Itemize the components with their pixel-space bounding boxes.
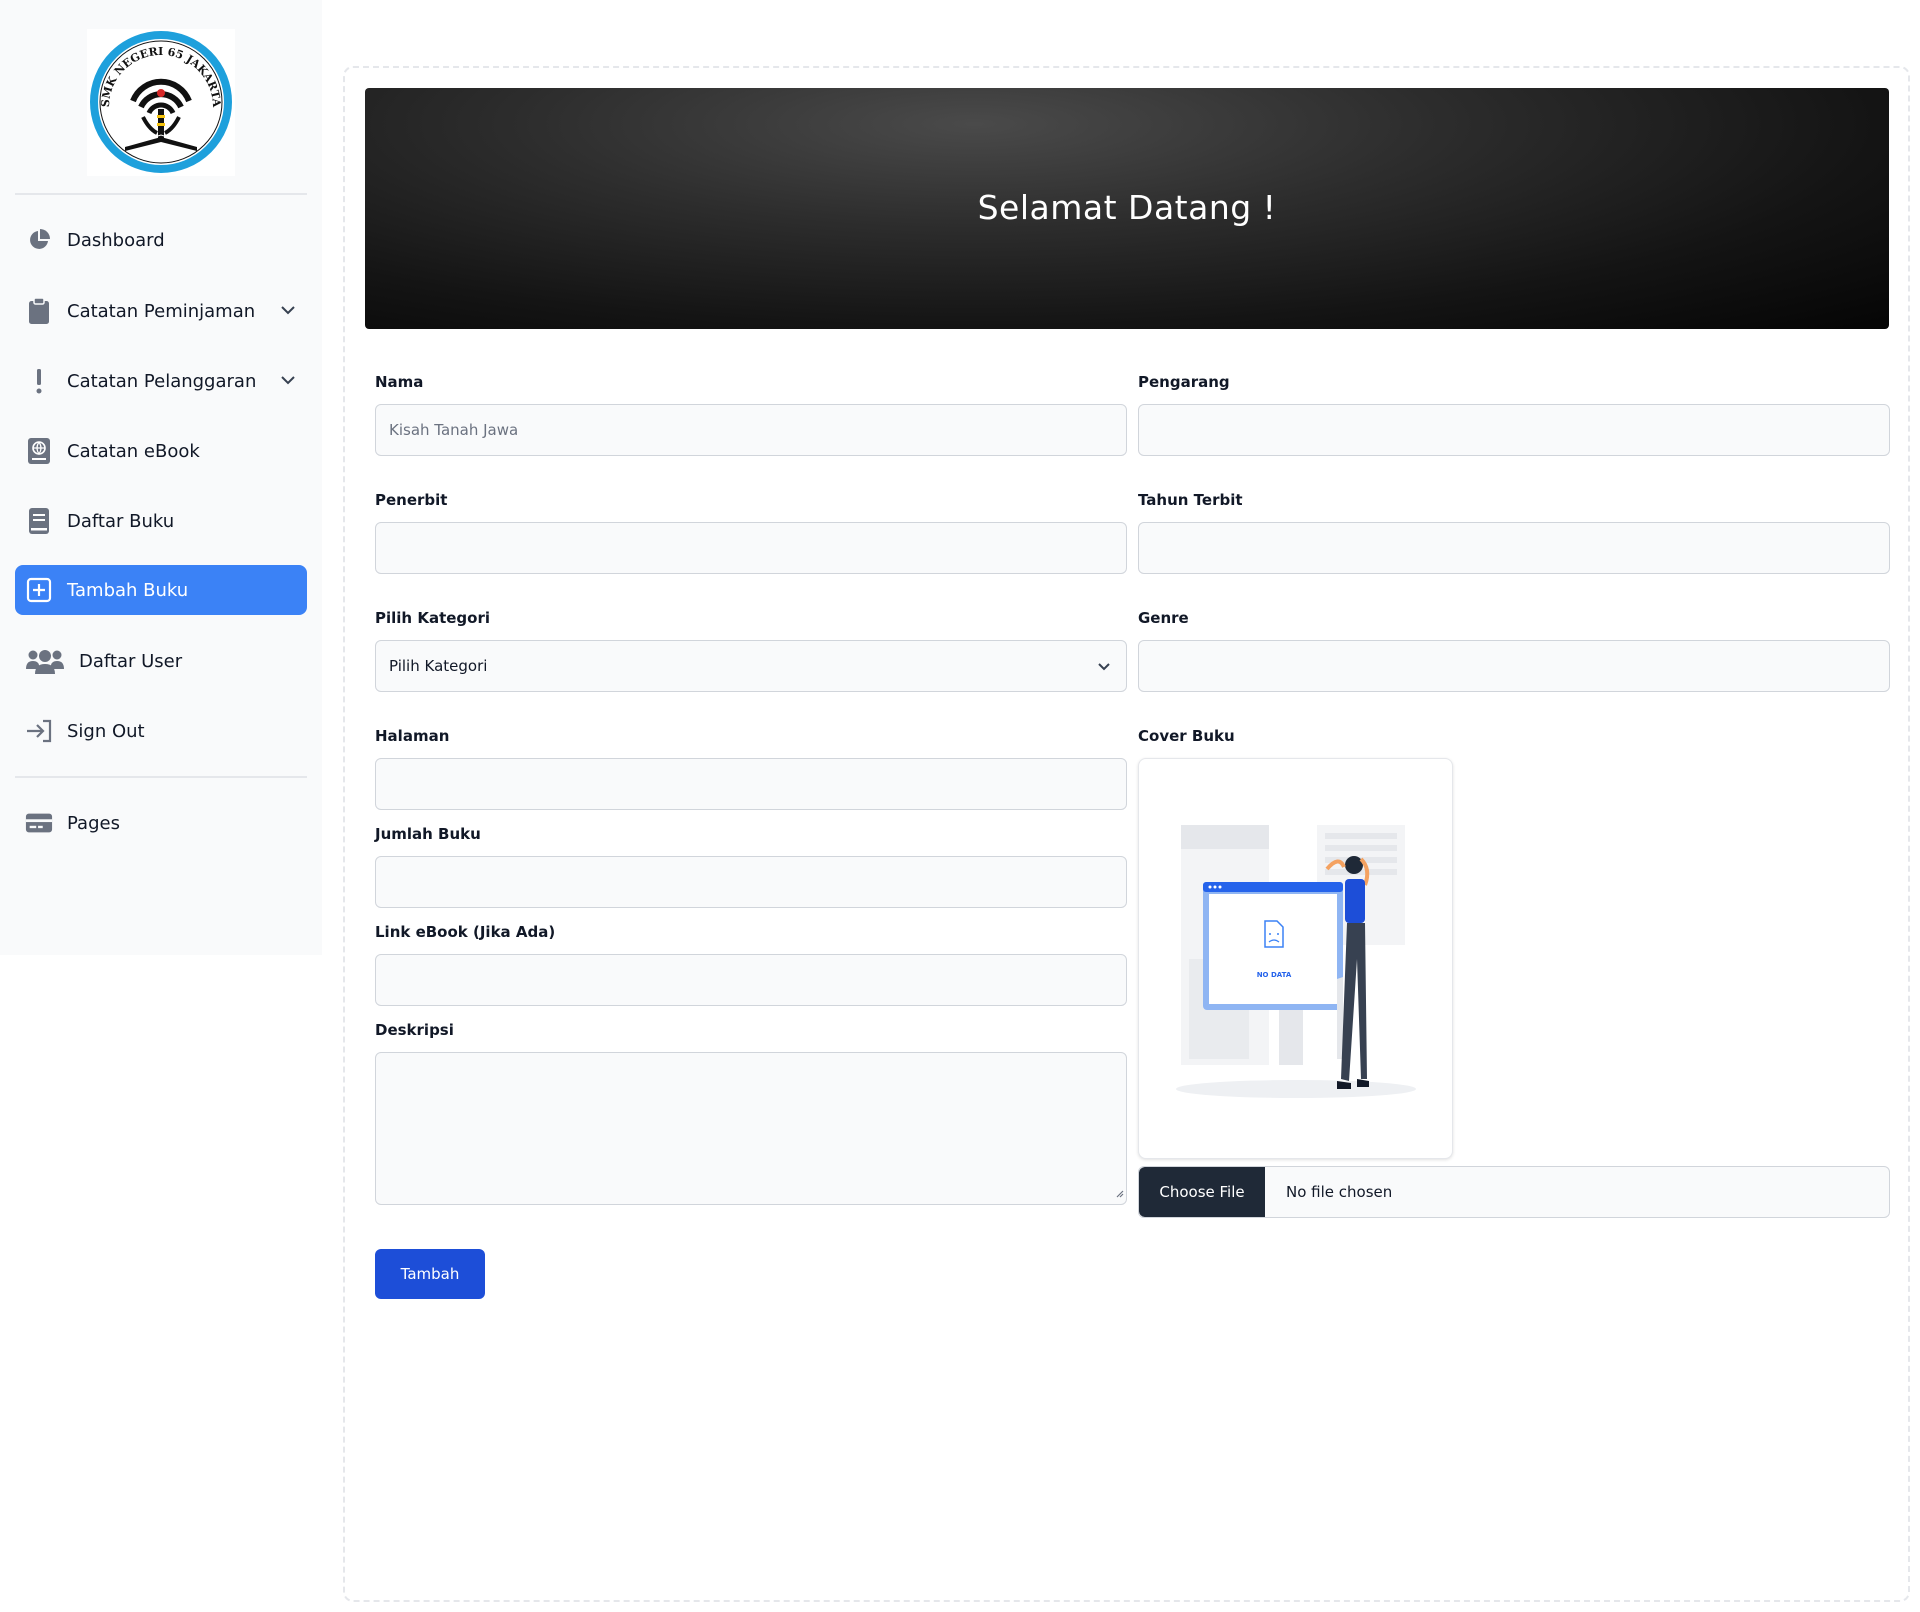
pie-chart-icon — [25, 226, 53, 254]
sidebar-divider — [15, 193, 307, 195]
users-icon — [25, 647, 65, 675]
sign-out-icon — [25, 717, 53, 745]
sidebar-item-label: Dashboard — [67, 229, 165, 251]
kategori-selected-value: Pilih Kategori — [389, 657, 488, 675]
sidebar-item-sign-out[interactable]: Sign Out — [15, 706, 307, 756]
sidebar-item-label: Catatan Pelanggaran — [67, 370, 257, 392]
banner-title: Selamat Datang ! — [977, 188, 1277, 227]
chevron-down-icon[interactable] — [279, 371, 297, 393]
link-ebook-label: Link eBook (Jika Ada) — [375, 923, 556, 941]
file-status: No file chosen — [1286, 1183, 1393, 1201]
cover-buku-label: Cover Buku — [1138, 727, 1235, 745]
cover-file-input[interactable]: Choose File No file chosen — [1138, 1166, 1890, 1218]
sidebar-item-label: Daftar User — [79, 650, 183, 672]
kategori-label: Pilih Kategori — [375, 609, 490, 627]
tahun-terbit-label: Tahun Terbit — [1138, 491, 1243, 509]
card-icon — [25, 809, 53, 837]
pengarang-label: Pengarang — [1138, 373, 1230, 391]
choose-file-button[interactable]: Choose File — [1139, 1167, 1265, 1217]
sidebar-item-label: Catatan eBook — [67, 440, 200, 462]
exclamation-icon — [25, 367, 53, 395]
deskripsi-label: Deskripsi — [375, 1021, 454, 1039]
welcome-banner: Selamat Datang ! — [365, 88, 1889, 329]
chevron-down-icon — [1096, 659, 1112, 679]
deskripsi-wrapper — [375, 1052, 1127, 1205]
tambah-button[interactable]: Tambah — [375, 1249, 485, 1299]
genre-label: Genre — [1138, 609, 1189, 627]
sidebar-item-daftar-user[interactable]: Daftar User — [15, 636, 307, 686]
globe-book-icon — [25, 437, 53, 465]
halaman-label: Halaman — [375, 727, 450, 745]
sidebar-item-tambah-buku[interactable]: Tambah Buku — [15, 565, 307, 615]
penerbit-label: Penerbit — [375, 491, 448, 509]
sidebar: SMK NEGERI 65 JAKARTA Dashboard Catatan … — [0, 0, 322, 955]
cover-preview: NO DATA — [1138, 758, 1453, 1159]
school-logo[interactable]: SMK NEGERI 65 JAKARTA — [87, 29, 235, 176]
clipboard-icon — [25, 297, 53, 325]
no-data-illustration: NO DATA — [1176, 825, 1416, 1098]
sidebar-item-dashboard[interactable]: Dashboard — [15, 215, 307, 265]
halaman-input[interactable] — [375, 758, 1127, 810]
chevron-down-icon[interactable] — [279, 301, 297, 323]
no-data-text: NO DATA — [1257, 971, 1292, 979]
jumlah-buku-label: Jumlah Buku — [375, 825, 481, 843]
nama-input[interactable] — [375, 404, 1127, 456]
sidebar-item-label: Daftar Buku — [67, 510, 175, 532]
deskripsi-textarea[interactable] — [375, 1052, 1127, 1205]
sidebar-item-catatan-peminjaman[interactable]: Catatan Peminjaman — [15, 286, 307, 336]
kategori-select[interactable]: Pilih Kategori — [375, 640, 1127, 692]
sidebar-item-catatan-pelanggaran[interactable]: Catatan Pelanggaran — [15, 356, 307, 406]
book-icon — [25, 507, 53, 535]
sidebar-item-catatan-ebook[interactable]: Catatan eBook — [15, 426, 307, 476]
sidebar-divider — [15, 776, 307, 778]
genre-input[interactable] — [1138, 640, 1890, 692]
resize-handle-icon[interactable] — [1114, 1183, 1124, 1202]
plus-square-icon — [25, 576, 53, 604]
tahun-terbit-input[interactable] — [1138, 522, 1890, 574]
pengarang-input[interactable] — [1138, 404, 1890, 456]
jumlah-buku-input[interactable] — [375, 856, 1127, 908]
link-ebook-input[interactable] — [375, 954, 1127, 1006]
sidebar-item-label: Pages — [67, 812, 120, 834]
penerbit-input[interactable] — [375, 522, 1127, 574]
sidebar-item-daftar-buku[interactable]: Daftar Buku — [15, 496, 307, 546]
main-content: Selamat Datang ! Nama Penerbit Pilih Kat… — [343, 66, 1910, 1602]
sidebar-item-pages[interactable]: Pages — [15, 798, 307, 848]
sidebar-item-label: Tambah Buku — [67, 579, 189, 601]
nama-label: Nama — [375, 373, 424, 391]
sidebar-item-label: Sign Out — [67, 720, 145, 742]
sidebar-item-label: Catatan Peminjaman — [67, 300, 256, 322]
